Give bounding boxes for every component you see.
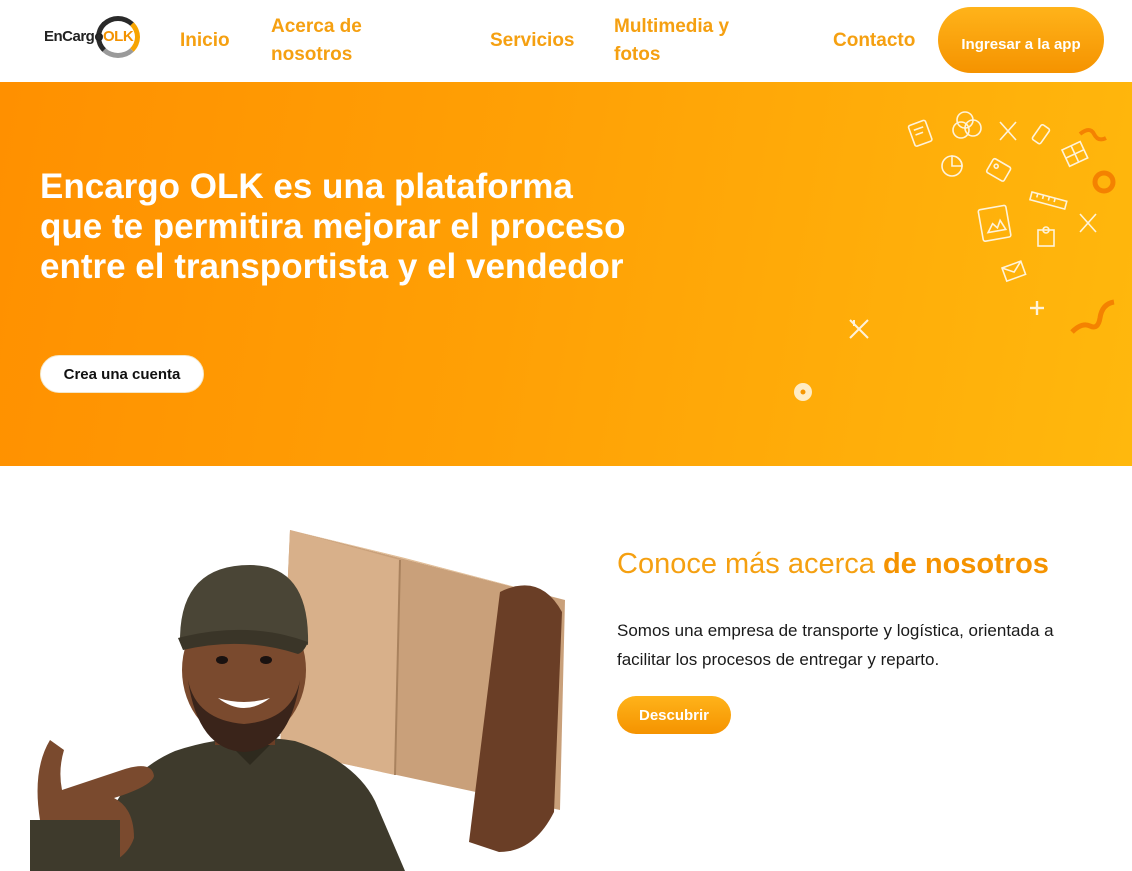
discover-button[interactable]: Descubrir	[617, 696, 731, 734]
pencil-ruler-icon	[1079, 213, 1097, 233]
squiggle-icon	[1078, 128, 1107, 142]
login-app-button[interactable]: Ingresar a la app	[938, 7, 1104, 73]
color-circles-icon	[952, 111, 982, 139]
orange-dot-icon	[1092, 170, 1116, 194]
hero-title: Encargo OLK es una plataforma que te per…	[40, 167, 626, 286]
delivery-man-image	[30, 530, 565, 871]
nav-link-servicios[interactable]: Servicios	[490, 27, 575, 55]
nav-link-inicio[interactable]: Inicio	[180, 27, 230, 55]
logo-prefix: EnCargo	[44, 28, 104, 45]
nav-link-multimedia[interactable]: Multimedia y fotos	[614, 13, 754, 69]
palette-icon	[985, 157, 1012, 182]
notepad-icon	[977, 204, 1012, 242]
orange-squiggle-icon	[1070, 299, 1115, 334]
pie-icon	[941, 155, 963, 177]
nav-link-acerca[interactable]: Acerca de nosotros	[271, 13, 391, 69]
about-title-light: Conoce más acerca	[617, 548, 875, 580]
about-title-bold: de nosotros	[882, 548, 1049, 580]
marker-icon	[1031, 123, 1051, 145]
tablet-icon	[907, 119, 933, 147]
brand-logo[interactable]: EnCargoOLK	[44, 14, 144, 60]
envelope-icon	[1000, 260, 1027, 283]
ruler-icon	[1028, 191, 1068, 211]
hero-banner: Encargo OLK es una plataforma que te per…	[0, 82, 1132, 466]
nav-link-contacto[interactable]: Contacto	[833, 27, 915, 55]
crossed-tools-icon	[999, 121, 1017, 141]
puzzle-icon	[1037, 226, 1055, 247]
top-navbar: EnCargoOLK Inicio Acerca de nosotros Ser…	[0, 0, 1132, 82]
create-account-button[interactable]: Crea una cuenta	[40, 355, 204, 393]
plus-icon	[1030, 301, 1044, 315]
tools-cross-icon	[849, 319, 869, 339]
about-description: Somos una empresa de transporte y logíst…	[617, 621, 1054, 669]
cd-icon	[794, 383, 812, 401]
about-title: Conoce más acerca de nosotros	[617, 548, 1049, 581]
logo-suffix: OLK	[103, 28, 134, 45]
grid-card-icon	[1060, 140, 1089, 168]
logo-text: EnCargoOLK	[44, 28, 134, 45]
hero-decoration-icons	[794, 111, 1116, 401]
